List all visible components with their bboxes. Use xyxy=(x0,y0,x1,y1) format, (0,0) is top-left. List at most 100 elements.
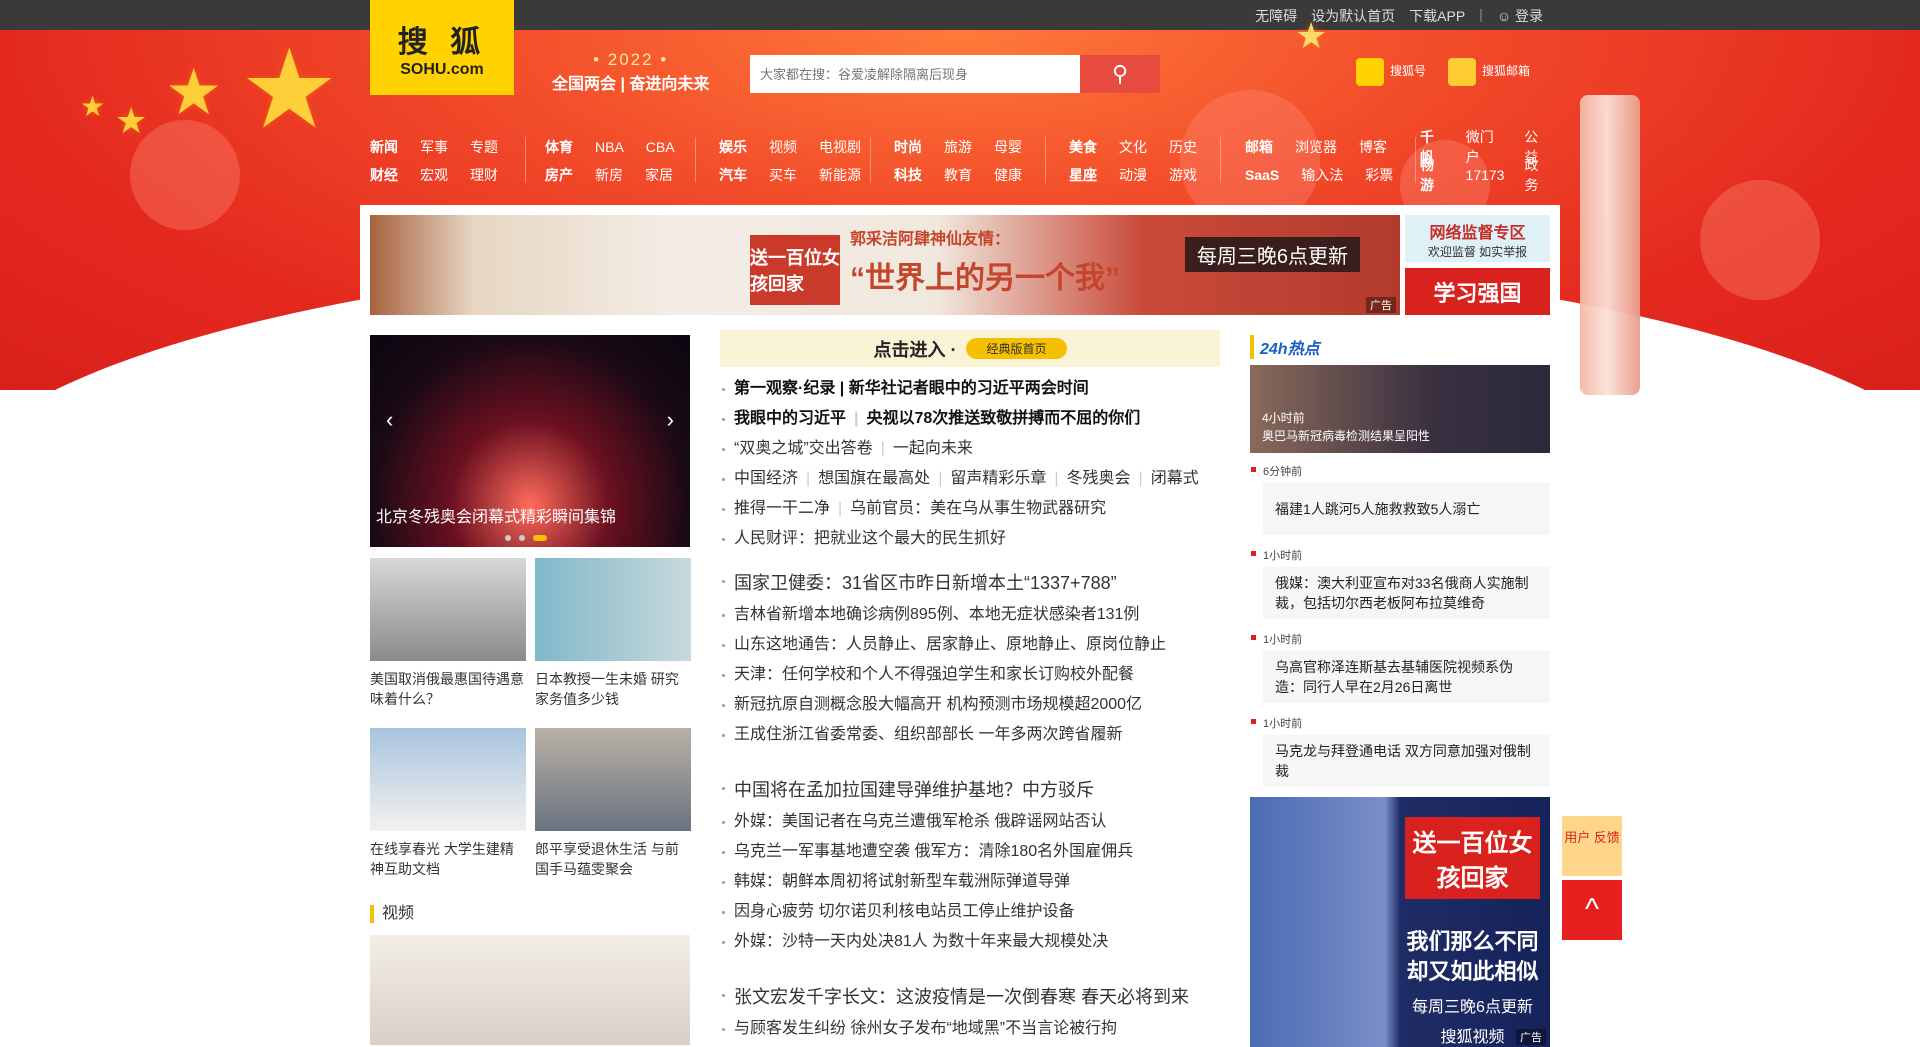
nav-item[interactable]: 时尚 xyxy=(894,137,922,157)
news-link[interactable]: 张文宏发千字长文：这波疫情是一次倒春寒 春天必将到来 xyxy=(734,987,1189,1007)
nav-item[interactable]: 微门户 xyxy=(1466,127,1505,167)
news-link[interactable]: 我眼中的习近平 xyxy=(734,410,846,427)
news-link[interactable]: “双奥之城”交出答卷 xyxy=(734,440,873,457)
accessibility-link[interactable]: 无障碍 xyxy=(1255,6,1297,26)
hot-24h-heading[interactable]: 24h热点 xyxy=(1250,335,1320,359)
news-link[interactable]: 外媒：美国记者在乌克兰遭俄军枪杀 俄辟谣网站否认 xyxy=(734,813,1106,830)
top-banner-ad[interactable]: 送一百位女孩回家 郭采洁阿肆神仙友情： “世界上的另一个我” 每周三晚6点更新 … xyxy=(370,215,1400,315)
nav-item[interactable]: 新闻 xyxy=(370,137,398,157)
news-link[interactable]: 与顾客发生纠纷 徐州女子发布“地域黑”不当言论被行拘 xyxy=(734,1020,1117,1037)
nav-item[interactable]: SaaS xyxy=(1245,167,1279,183)
video-thumbnail[interactable] xyxy=(370,935,690,1045)
nav-item[interactable]: 健康 xyxy=(994,165,1022,185)
nav-item[interactable]: 旅游 xyxy=(944,137,972,157)
nav-item[interactable]: 家居 xyxy=(645,165,673,185)
download-app-link[interactable]: 下载APP xyxy=(1409,6,1465,26)
news-link[interactable]: 因身心疲劳 切尔诺贝利核电站员工停止维护设备 xyxy=(734,903,1074,920)
news-link[interactable]: 外媒：沙特一天内处决81人 为数十年来最大规模处决 xyxy=(734,933,1108,950)
nav-item[interactable]: NBA xyxy=(595,139,624,155)
news-link[interactable]: 央视以78次推送致敬拼搏而不屈的你们 xyxy=(867,410,1141,427)
nav-item[interactable]: 娱乐 xyxy=(719,137,747,157)
search-button[interactable]: ⚲ xyxy=(1080,55,1160,93)
carousel-dot[interactable] xyxy=(519,535,525,541)
news-link[interactable]: 天津：任何学校和个人不得强迫学生和家长订购校外配餐 xyxy=(734,666,1134,683)
nav-item[interactable]: 输入法 xyxy=(1301,165,1343,185)
hot-title[interactable]: 奥巴马新冠病毒检测结果呈阳性 xyxy=(1262,427,1430,445)
hot-title[interactable]: 马克龙与拜登通电话 双方同意加强对俄制裁 xyxy=(1263,735,1550,787)
nav-item[interactable]: 房产 xyxy=(545,165,573,185)
net-supervision-ad[interactable]: 网络监督专区 欢迎监督 如实举报 xyxy=(1405,215,1550,262)
nav-item[interactable]: 政务 xyxy=(1524,155,1550,195)
hot-title[interactable]: 乌高官称泽连斯基去基辅医院视频系伪造：同行人早在2月26日离世 xyxy=(1263,651,1550,703)
nav-item[interactable]: 浏览器 xyxy=(1295,137,1337,157)
back-to-top-button[interactable]: ^ xyxy=(1562,880,1622,940)
news-link[interactable]: 王成住浙江省委常委、组织部部长 一年多两次跨省履新 xyxy=(734,726,1122,743)
news-link[interactable]: 留声精彩乐章 xyxy=(950,470,1046,487)
hot-title[interactable]: 福建1人跳河5人施救救致5人溺亡 xyxy=(1263,483,1550,535)
thumb-news-card[interactable]: 美国取消俄最惠国待遇意味着什么？ xyxy=(370,558,526,709)
news-link[interactable]: 中国经济 xyxy=(734,470,798,487)
news-link[interactable]: 一起向未来 xyxy=(893,440,973,457)
thumb-news-card[interactable]: 日本教授一生未婚 研究家务值多少钱 xyxy=(535,558,691,709)
nav-item[interactable]: 教育 xyxy=(944,165,972,185)
nav-item[interactable]: 视频 xyxy=(769,137,797,157)
thumb-news-card[interactable]: 在线享春光 大学生建精神互助文档 xyxy=(370,728,526,879)
news-link[interactable]: 推得一干二净 xyxy=(734,500,830,517)
hot-item[interactable]: 1小时前 俄媒：澳大利亚宣布对33名俄商人实施制裁，包括切尔西老板阿布拉莫维奇 xyxy=(1251,547,1550,619)
carousel-dot-active[interactable] xyxy=(533,535,547,541)
news-link[interactable]: 国家卫健委：31省区市昨日新增本土“1337+788” xyxy=(734,573,1117,593)
login-link[interactable]: ☺ 登录 xyxy=(1497,6,1543,26)
nav-item[interactable]: 新房 xyxy=(595,165,623,185)
nav-item[interactable]: 汽车 xyxy=(719,165,747,185)
nav-item[interactable]: 畅游 xyxy=(1420,155,1446,195)
hot-item[interactable]: 1小时前 马克龙与拜登通电话 双方同意加强对俄制裁 xyxy=(1251,715,1550,787)
nav-item[interactable]: CBA xyxy=(646,139,675,155)
carousel-dot[interactable] xyxy=(505,535,511,541)
news-link[interactable]: 第一观察·纪录 | 新华社记者眼中的习近平两会时间 xyxy=(734,380,1089,397)
nav-item[interactable]: 彩票 xyxy=(1365,165,1393,185)
xuexi-ad[interactable]: 学习强国 xyxy=(1405,268,1550,315)
news-link[interactable]: 中国将在孟加拉国建导弹维护基地？中方驳斥 xyxy=(734,780,1094,800)
news-link[interactable]: 人民财评：把就业这个最大的民生抓好 xyxy=(734,530,1006,547)
nav-item[interactable]: 邮箱 xyxy=(1245,137,1273,157)
nav-item[interactable]: 文化 xyxy=(1119,137,1147,157)
news-link[interactable]: 新冠抗原自测概念股大幅高开 机构预测市场规模超2000亿 xyxy=(734,696,1142,713)
news-link[interactable]: 山东这地通告：人员静止、居家静止、原地静止、原岗位静止 xyxy=(734,636,1166,653)
news-link[interactable]: 乌克兰一军事基地遭空袭 俄军方：清除180名外国雇佣兵 xyxy=(734,843,1133,860)
nav-item[interactable]: 17173 xyxy=(1466,167,1505,183)
news-link[interactable]: 韩媒：朝鲜本周初将试射新型车载洲际弹道导弹 xyxy=(734,873,1070,890)
video-section-title[interactable]: 视频 xyxy=(370,905,414,923)
nav-item[interactable]: 买车 xyxy=(769,165,797,185)
nav-item[interactable]: 新能源 xyxy=(819,165,861,185)
nav-item[interactable]: 专题 xyxy=(470,137,498,157)
nav-item[interactable]: 体育 xyxy=(545,137,573,157)
nav-item[interactable]: 军事 xyxy=(420,137,448,157)
thumb-title[interactable]: 日本教授一生未婚 研究家务值多少钱 xyxy=(535,669,691,709)
carousel-prev-button[interactable]: ‹ xyxy=(386,407,393,433)
image-carousel[interactable]: ‹ › 北京冬残奥会闭幕式精彩瞬间集锦 xyxy=(370,335,690,547)
news-link[interactable]: 想国旗在最高处 xyxy=(818,470,930,487)
nav-item[interactable]: 动漫 xyxy=(1119,165,1147,185)
nav-item[interactable]: 星座 xyxy=(1069,165,1097,185)
classic-homepage-button[interactable]: 经典版首页 xyxy=(966,338,1067,359)
classic-entry-bar[interactable]: 点击进入 · 经典版首页 xyxy=(720,330,1220,367)
thumb-news-card[interactable]: 郎平享受退休生活 与前国手马蕴雯聚会 xyxy=(535,728,691,879)
carousel-next-button[interactable]: › xyxy=(667,407,674,433)
hot-top-card[interactable]: 4小时前 奥巴马新冠病毒检测结果呈阳性 xyxy=(1250,365,1550,453)
search-input[interactable] xyxy=(750,55,1080,93)
nav-item[interactable]: 财经 xyxy=(370,165,398,185)
nav-item[interactable]: 科技 xyxy=(894,165,922,185)
carousel-caption[interactable]: 北京冬残奥会闭幕式精彩瞬间集锦 xyxy=(376,503,616,527)
nav-item[interactable]: 宏观 xyxy=(420,165,448,185)
nav-item[interactable]: 美食 xyxy=(1069,137,1097,157)
nav-item[interactable]: 母婴 xyxy=(994,137,1022,157)
side-video-ad[interactable]: 送一百位女孩回家 我们那么不同 却又如此相似 每周三晚6点更新 搜狐视频 广告 xyxy=(1250,797,1550,1047)
mail-link[interactable]: 搜狐邮箱 xyxy=(1448,58,1530,86)
hot-title[interactable]: 俄媒：澳大利亚宣布对33名俄商人实施制裁，包括切尔西老板阿布拉莫维奇 xyxy=(1263,567,1550,619)
news-link[interactable]: 乌前官员：美在乌从事生物武器研究 xyxy=(850,500,1106,517)
sohu-logo[interactable]: 搜 狐 SOHU.com xyxy=(370,0,514,95)
thumb-title[interactable]: 美国取消俄最惠国待遇意味着什么？ xyxy=(370,669,526,709)
feedback-button[interactable]: 用户 反馈 xyxy=(1562,816,1622,876)
nav-item[interactable]: 博客 xyxy=(1359,137,1387,157)
news-link[interactable]: 吉林省新增本地确诊病例895例、本地无症状感染者131例 xyxy=(734,606,1139,623)
